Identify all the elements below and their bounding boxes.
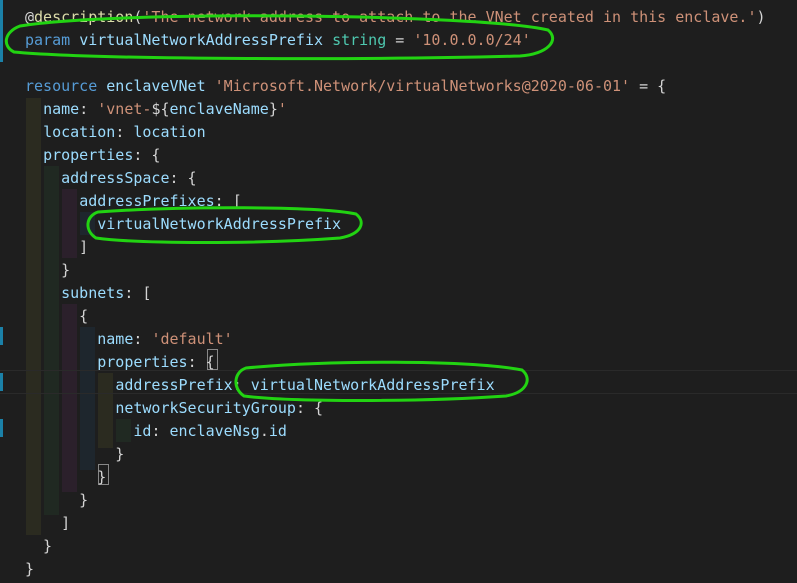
code-token: location: [43, 123, 116, 141]
code-token: virtualNetworkAddressPrefix: [250, 376, 495, 394]
code-token: name: [97, 330, 134, 348]
code-token: properties: [97, 353, 188, 371]
code-token: }: [25, 491, 89, 509]
code-token: :: [232, 376, 251, 394]
code-token: addressPrefixes: [79, 192, 215, 210]
code-token: ': [277, 100, 287, 118]
code-line[interactable]: properties: {: [25, 144, 160, 167]
code-token: enclaveVNet: [106, 77, 206, 95]
code-token: {: [25, 307, 89, 325]
code-editor[interactable]: @description('The network address to att…: [0, 0, 797, 583]
code-token: description: [34, 8, 134, 26]
code-line[interactable]: }: [25, 535, 52, 558]
code-line[interactable]: name: 'vnet-${enclaveName}': [25, 98, 287, 121]
code-line[interactable]: ]: [25, 236, 88, 259]
code-token: .: [259, 422, 269, 440]
code-token: addressSpace: [61, 169, 170, 187]
code-token: }: [25, 468, 107, 486]
code-token: ${: [151, 100, 170, 118]
code-token: :: [133, 330, 152, 348]
code-token: : {: [169, 169, 197, 187]
code-token: location: [133, 123, 206, 141]
code-line[interactable]: networkSecurityGroup: {: [25, 397, 323, 420]
code-token: name: [43, 100, 80, 118]
code-token: enclaveName: [169, 100, 269, 118]
code-token: ): [756, 8, 766, 26]
code-token: 'Microsoft.Network/virtualNetworks@2020-…: [214, 77, 631, 95]
code-line[interactable]: }: [25, 489, 88, 512]
code-line[interactable]: id: enclaveNsg.id: [25, 420, 287, 443]
code-token: 'The network address to attach to the VN…: [142, 8, 757, 26]
code-token: : [: [124, 284, 152, 302]
code-line[interactable]: addressPrefixes: [: [25, 190, 242, 213]
code-token: subnets: [61, 284, 125, 302]
code-line[interactable]: }: [25, 558, 34, 581]
code-token: }: [25, 537, 53, 555]
code-token: virtualNetworkAddressPrefix: [79, 31, 324, 49]
code-token: @: [25, 8, 35, 26]
code-line[interactable]: subnets: [: [25, 282, 151, 305]
code-token: = {: [630, 77, 667, 95]
code-token: param: [25, 31, 80, 49]
code-token: :: [115, 123, 134, 141]
code-line[interactable]: }: [25, 443, 124, 466]
code-token: '10.0.0.0/24': [413, 31, 531, 49]
code-token: ]: [25, 238, 89, 256]
code-token: properties: [43, 146, 134, 164]
code-token: :: [151, 422, 170, 440]
code-token: : {: [133, 146, 161, 164]
code-token: ]: [25, 514, 71, 532]
code-line[interactable]: virtualNetworkAddressPrefix: [25, 213, 341, 236]
code-token: enclaveNsg: [169, 422, 260, 440]
code-token: }: [25, 560, 35, 578]
code-token: 'vnet-: [97, 100, 152, 118]
code-token: :: [79, 100, 98, 118]
code-token: 'default': [151, 330, 233, 348]
code-line[interactable]: ]: [25, 512, 70, 535]
code-line[interactable]: name: 'default': [25, 328, 233, 351]
gutter-change-marker: [0, 373, 3, 391]
code-line[interactable]: properties: {: [25, 351, 215, 374]
code-token: networkSecurityGroup: [115, 399, 296, 417]
code-line[interactable]: resource enclaveVNet 'Microsoft.Network/…: [25, 75, 666, 98]
code-line[interactable]: {: [25, 305, 88, 328]
gutter-change-marker: [0, 327, 3, 345]
code-token: addressPrefix: [115, 376, 233, 394]
code-token: : {: [295, 399, 324, 417]
code-token: resource: [25, 77, 107, 95]
gutter-change-marker: [0, 419, 3, 437]
code-line[interactable]: param virtualNetworkAddressPrefix string…: [25, 29, 531, 52]
code-token: }: [268, 100, 278, 118]
code-line[interactable]: @description('The network address to att…: [25, 6, 766, 29]
code-token: : {: [187, 353, 215, 371]
code-token: id: [133, 422, 152, 440]
code-token: string: [332, 31, 387, 49]
code-line[interactable]: }: [25, 259, 70, 282]
code-token: : [: [214, 192, 242, 210]
code-line[interactable]: location: location: [25, 121, 206, 144]
code-line[interactable]: addressSpace: {: [25, 167, 197, 190]
code-line[interactable]: }: [25, 466, 106, 489]
code-line[interactable]: addressPrefix: virtualNetworkAddressPref…: [25, 374, 495, 397]
code-token: virtualNetworkAddressPrefix: [97, 215, 342, 233]
gutter-change-marker: [0, 0, 3, 62]
code-token: id: [268, 422, 287, 440]
code-token: }: [25, 261, 71, 279]
code-token: =: [386, 31, 414, 49]
code-token: }: [25, 445, 125, 463]
